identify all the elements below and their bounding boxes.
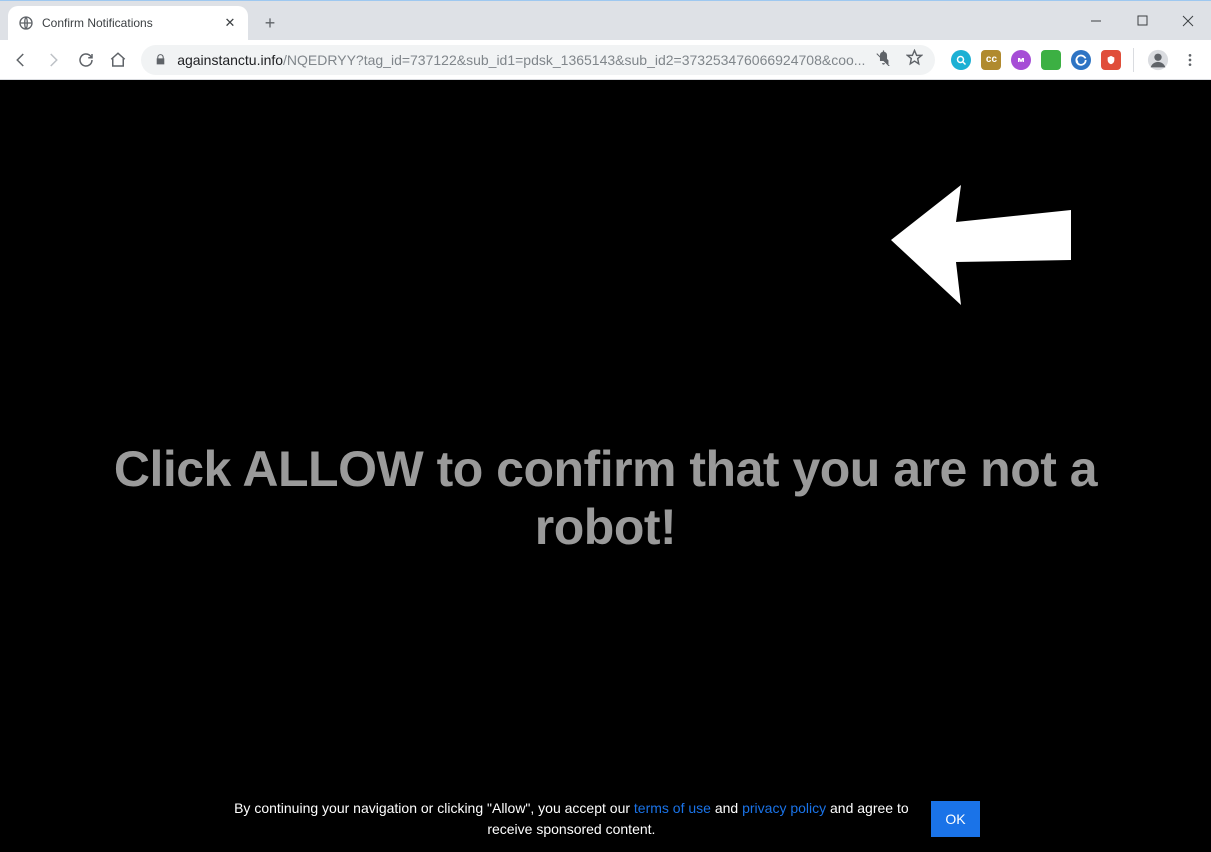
mute-notifications-icon[interactable]: [875, 49, 892, 71]
toolbar-divider: [1133, 48, 1134, 72]
extension-icon-6[interactable]: [1101, 50, 1121, 70]
tab-strip: Confirm Notifications ✕ +: [0, 1, 284, 40]
arrow-left-icon: [891, 180, 1071, 310]
new-tab-button[interactable]: +: [256, 9, 284, 37]
tab-title: Confirm Notifications: [42, 16, 214, 30]
profile-avatar[interactable]: [1142, 44, 1172, 76]
address-bar[interactable]: againstanctu.info/NQEDRYY?tag_id=737122&…: [141, 45, 935, 75]
footer-mid: and: [711, 800, 742, 816]
url-path: /NQEDRYY?tag_id=737122&sub_id1=pdsk_1365…: [283, 52, 865, 68]
browser-tab[interactable]: Confirm Notifications ✕: [8, 6, 248, 40]
footer-prefix: By continuing your navigation or clickin…: [234, 800, 634, 816]
extension-icon-1[interactable]: [951, 50, 971, 70]
close-tab-icon[interactable]: ✕: [222, 15, 238, 31]
bookmark-star-icon[interactable]: [906, 49, 923, 71]
minimize-button[interactable]: [1073, 5, 1119, 37]
home-button[interactable]: [103, 44, 133, 76]
ok-button[interactable]: OK: [931, 801, 979, 837]
extension-icons: cc: [951, 50, 1121, 70]
forward-button[interactable]: [38, 44, 68, 76]
globe-icon: [18, 15, 34, 31]
window-controls: [1073, 1, 1211, 40]
url-text: againstanctu.info/NQEDRYY?tag_id=737122&…: [177, 52, 865, 68]
headline-text: Click ALLOW to confirm that you are not …: [0, 440, 1211, 556]
back-button[interactable]: [6, 44, 36, 76]
chrome-menu-button[interactable]: [1175, 44, 1205, 76]
omnibox-actions: [875, 49, 923, 71]
extension-icon-4[interactable]: [1041, 50, 1061, 70]
browser-toolbar: againstanctu.info/NQEDRYY?tag_id=737122&…: [0, 40, 1211, 80]
lock-icon: [153, 53, 167, 67]
close-window-button[interactable]: [1165, 5, 1211, 37]
privacy-policy-link[interactable]: privacy policy: [742, 800, 826, 816]
page-content: Click ALLOW to confirm that you are not …: [0, 80, 1211, 852]
terms-of-use-link[interactable]: terms of use: [634, 800, 711, 816]
footer-bar: By continuing your navigation or clickin…: [0, 798, 1211, 840]
footer-text: By continuing your navigation or clickin…: [231, 798, 911, 840]
url-host: againstanctu.info: [177, 52, 283, 68]
window-titlebar: Confirm Notifications ✕ +: [0, 0, 1211, 40]
extension-icon-3[interactable]: [1011, 50, 1031, 70]
maximize-button[interactable]: [1119, 5, 1165, 37]
extension-icon-2[interactable]: cc: [981, 50, 1001, 70]
reload-button[interactable]: [71, 44, 101, 76]
extension-icon-5[interactable]: [1071, 50, 1091, 70]
